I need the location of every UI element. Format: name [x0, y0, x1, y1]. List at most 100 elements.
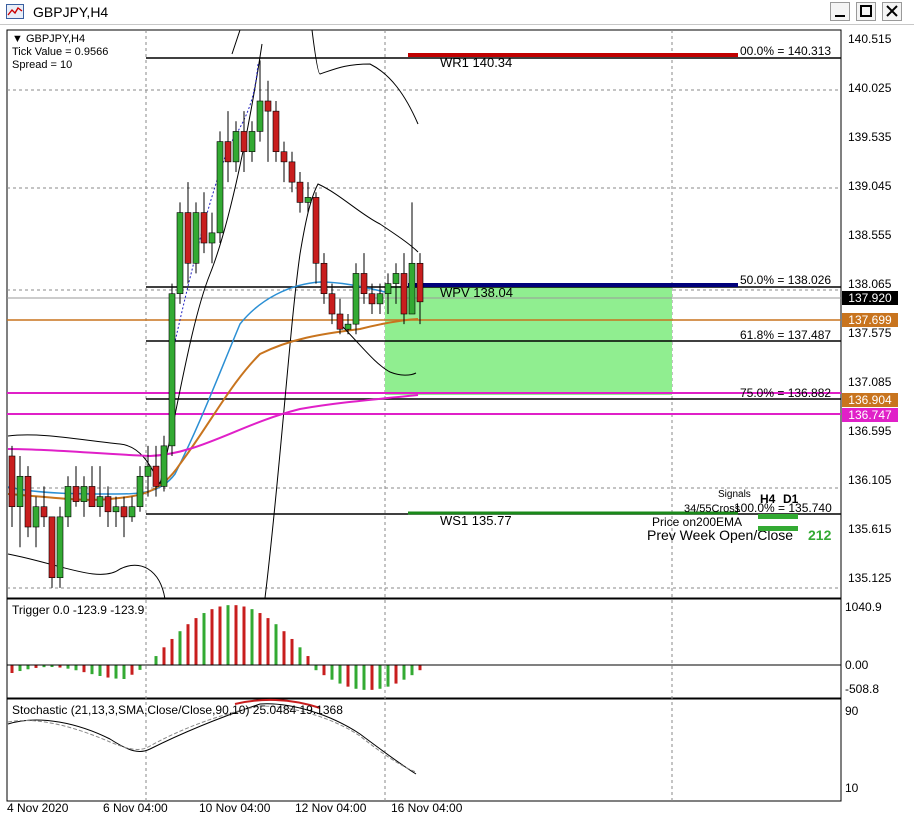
candle-body	[144, 465, 152, 477]
signals-title: Signals	[718, 489, 751, 500]
candle-body	[376, 293, 384, 305]
candle-body	[352, 273, 360, 325]
candle-body	[200, 212, 208, 244]
candle-body	[40, 506, 48, 518]
candle-body	[128, 506, 136, 518]
candle-body	[280, 151, 288, 163]
candle-body	[56, 516, 64, 579]
candle-body	[360, 273, 368, 295]
candle-body	[168, 293, 176, 447]
current-price-tag: 137.920	[842, 291, 898, 305]
chart-window-icon	[6, 4, 24, 19]
fibo-50-label: 50.0% = 138.026	[740, 273, 832, 287]
candle-body	[368, 293, 376, 305]
candle-body	[304, 197, 312, 203]
candle-body	[136, 475, 144, 508]
candle-body	[120, 506, 128, 518]
price-axis-label: 139.535	[848, 130, 892, 144]
candle-body	[32, 506, 40, 528]
window-titlebar: GBPJPY,H4	[0, 0, 914, 25]
price-axis-label: 137.575	[848, 326, 892, 340]
price-axis-label: 136.595	[848, 424, 892, 438]
trigger-axis-zero: 0.00	[845, 658, 869, 672]
ema-price-tag: 137.699	[842, 313, 898, 327]
candle-body	[312, 197, 320, 264]
candle-body	[152, 465, 160, 487]
candle-body	[64, 486, 72, 518]
price-axis-label: 138.555	[848, 228, 892, 242]
candle-body	[272, 110, 280, 153]
close-button[interactable]	[882, 2, 902, 21]
candle-body	[48, 516, 56, 579]
price-axis-label: 135.615	[848, 522, 892, 536]
minimize-icon	[835, 15, 845, 17]
candle-body	[208, 232, 216, 244]
price-axis-label: 140.025	[848, 81, 892, 95]
spread-label: Spread = 10	[12, 59, 73, 71]
candle-body	[328, 293, 336, 315]
time-axis-label: 12 Nov 04:00	[295, 801, 367, 815]
fibo-75-label: 75.0% = 136.882	[740, 386, 832, 400]
signals-d1-header: D1	[783, 492, 799, 506]
ws1-label: WS1 135.77	[440, 513, 512, 528]
wr1-label: WR1 140.34	[440, 55, 513, 70]
candle-body	[8, 455, 16, 508]
candle-body	[224, 141, 232, 163]
candle-body	[248, 131, 256, 153]
time-axis-label: 6 Nov 04:00	[103, 801, 168, 815]
price-axis-label: 140.515	[848, 32, 892, 46]
candle-body	[240, 131, 248, 153]
candle-body	[72, 486, 80, 502]
stochastic-axis-bottom: 10	[845, 781, 859, 795]
candle-body	[264, 100, 272, 112]
candle-body	[184, 212, 192, 264]
price-axis-label: 135.125	[848, 571, 892, 585]
candle-body	[104, 496, 112, 513]
candle-body	[408, 262, 416, 315]
candle-body	[296, 181, 304, 203]
candle-body	[320, 262, 328, 295]
signal-prev-week-value: 212	[808, 527, 832, 543]
price-axis-label: 139.045	[848, 179, 892, 193]
level-tag-1: 136.904	[842, 393, 898, 407]
level-tag-2: 136.747	[842, 408, 898, 422]
candle-body	[336, 313, 344, 330]
time-axis-label: 16 Nov 04:00	[391, 801, 463, 815]
price-axis-label: 137.085	[848, 375, 892, 389]
candle-body	[392, 273, 400, 284]
signal-h4-bar-2	[758, 526, 798, 531]
fibo-618-label: 61.8% = 137.487	[740, 328, 832, 342]
candle-body	[384, 283, 392, 295]
stochastic-label: Stochastic (21,13,3,SMA,Close/Close,90,1…	[12, 703, 343, 717]
trigger-label: Trigger 0.0 -123.9 -123.9	[12, 603, 145, 617]
candle-body	[216, 141, 224, 234]
candle-body	[176, 212, 184, 295]
candle-body	[192, 212, 200, 264]
window-title: GBPJPY,H4	[33, 4, 109, 20]
signals-h4-header: H4	[760, 492, 776, 506]
candle-body	[400, 273, 408, 315]
trigger-axis-bottom: -508.8	[845, 682, 880, 696]
price-axis-label: 138.065	[848, 277, 892, 291]
signal-34-55-cross: 34/55Cross	[684, 503, 741, 515]
chart-info-header: ▼ GBPJPY,H4 Tick Value = 0.9566 Spread =…	[12, 33, 108, 72]
time-axis-label: 4 Nov 2020	[7, 801, 69, 815]
fibo-0-label: 00.0% = 140.313	[740, 44, 832, 58]
wpv-label: WPV 138.04	[440, 285, 513, 300]
candle-body	[16, 475, 24, 508]
candle-body	[344, 323, 352, 330]
candle-body	[112, 506, 120, 513]
candle-body	[256, 100, 264, 132]
signal-h4-bar-1	[758, 514, 798, 519]
candle-body	[288, 161, 296, 183]
tick-value-label: Tick Value = 0.9566	[12, 46, 109, 58]
maximize-button[interactable]	[856, 2, 876, 21]
price-axis-label: 136.105	[848, 473, 892, 487]
candle-body	[88, 486, 96, 508]
candle-body	[96, 496, 104, 508]
minimize-button[interactable]	[830, 2, 850, 21]
candle-body	[232, 131, 240, 163]
close-icon	[886, 5, 898, 17]
candle-body	[160, 445, 168, 487]
candle-body	[80, 486, 88, 502]
